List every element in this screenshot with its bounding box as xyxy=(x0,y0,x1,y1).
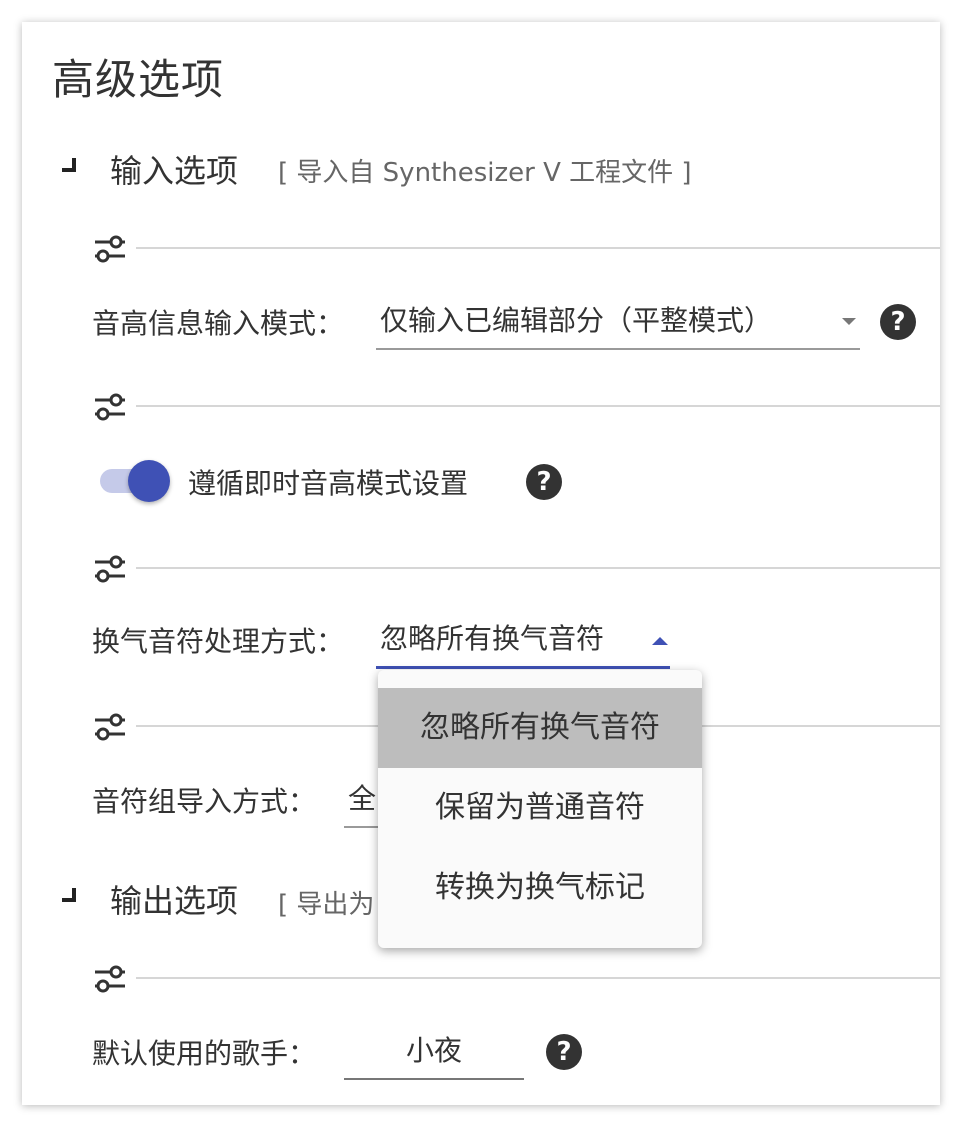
breath-note-handling-value: 忽略所有换气音符 xyxy=(380,622,605,655)
pitch-input-mode-select[interactable]: 仅输入已编辑部分（平整模式） xyxy=(376,298,860,350)
tune-icon xyxy=(95,713,125,741)
dropdown-option-keep-as-normal[interactable]: 保留为普通音符 xyxy=(378,768,702,848)
divider xyxy=(136,247,940,249)
default-singer-label: 默认使用的歌手： xyxy=(92,1037,317,1070)
follow-instant-pitch-label: 遵循即时音高模式设置 xyxy=(188,467,469,500)
tune-icon xyxy=(95,235,125,263)
tune-icon xyxy=(95,555,125,583)
chevron-down-icon[interactable] xyxy=(842,318,856,325)
help-icon[interactable]: ? xyxy=(546,1034,582,1070)
pitch-input-mode-label: 音高信息输入模式： xyxy=(92,307,345,340)
dropdown-option-ignore-breath[interactable]: 忽略所有换气音符 xyxy=(378,688,702,768)
default-singer-value: 小夜 xyxy=(405,1034,462,1067)
input-section-title[interactable]: 输入选项 xyxy=(110,146,238,192)
output-section-subtitle: [ 导出为 xyxy=(278,890,375,920)
tune-icon xyxy=(95,393,125,421)
breath-note-handling-label: 换气音符处理方式： xyxy=(92,625,345,658)
help-icon[interactable]: ? xyxy=(526,464,562,500)
dropdown-option-convert-to-breath-mark[interactable]: 转换为换气标记 xyxy=(378,848,702,928)
divider xyxy=(136,405,940,407)
breath-note-dropdown-menu: 忽略所有换气音符 保留为普通音符 转换为换气标记 xyxy=(378,670,702,948)
note-group-import-value: 全 xyxy=(348,782,377,815)
advanced-options-panel: 高级选项 输入选项 [ 导入自 Synthesizer V 工程文件 ] 音高信… xyxy=(22,22,940,1105)
default-singer-input[interactable]: 小夜 xyxy=(344,1028,524,1080)
tune-icon xyxy=(95,965,125,993)
switch-thumb[interactable] xyxy=(128,460,170,502)
help-icon[interactable]: ? xyxy=(880,304,916,340)
output-section-title[interactable]: 输出选项 xyxy=(110,876,238,922)
page-title: 高级选项 xyxy=(52,55,225,104)
section-collapse-icon[interactable] xyxy=(62,158,76,172)
divider xyxy=(136,977,940,979)
pitch-input-mode-value: 仅输入已编辑部分（平整模式） xyxy=(380,304,773,337)
breath-note-handling-select[interactable]: 忽略所有换气音符 xyxy=(376,616,670,669)
note-group-import-label: 音符组导入方式： xyxy=(92,785,317,818)
chevron-up-icon[interactable] xyxy=(652,637,668,645)
input-section-subtitle: [ 导入自 Synthesizer V 工程文件 ] xyxy=(278,158,692,188)
section-collapse-icon[interactable] xyxy=(62,888,76,902)
divider xyxy=(136,567,940,569)
